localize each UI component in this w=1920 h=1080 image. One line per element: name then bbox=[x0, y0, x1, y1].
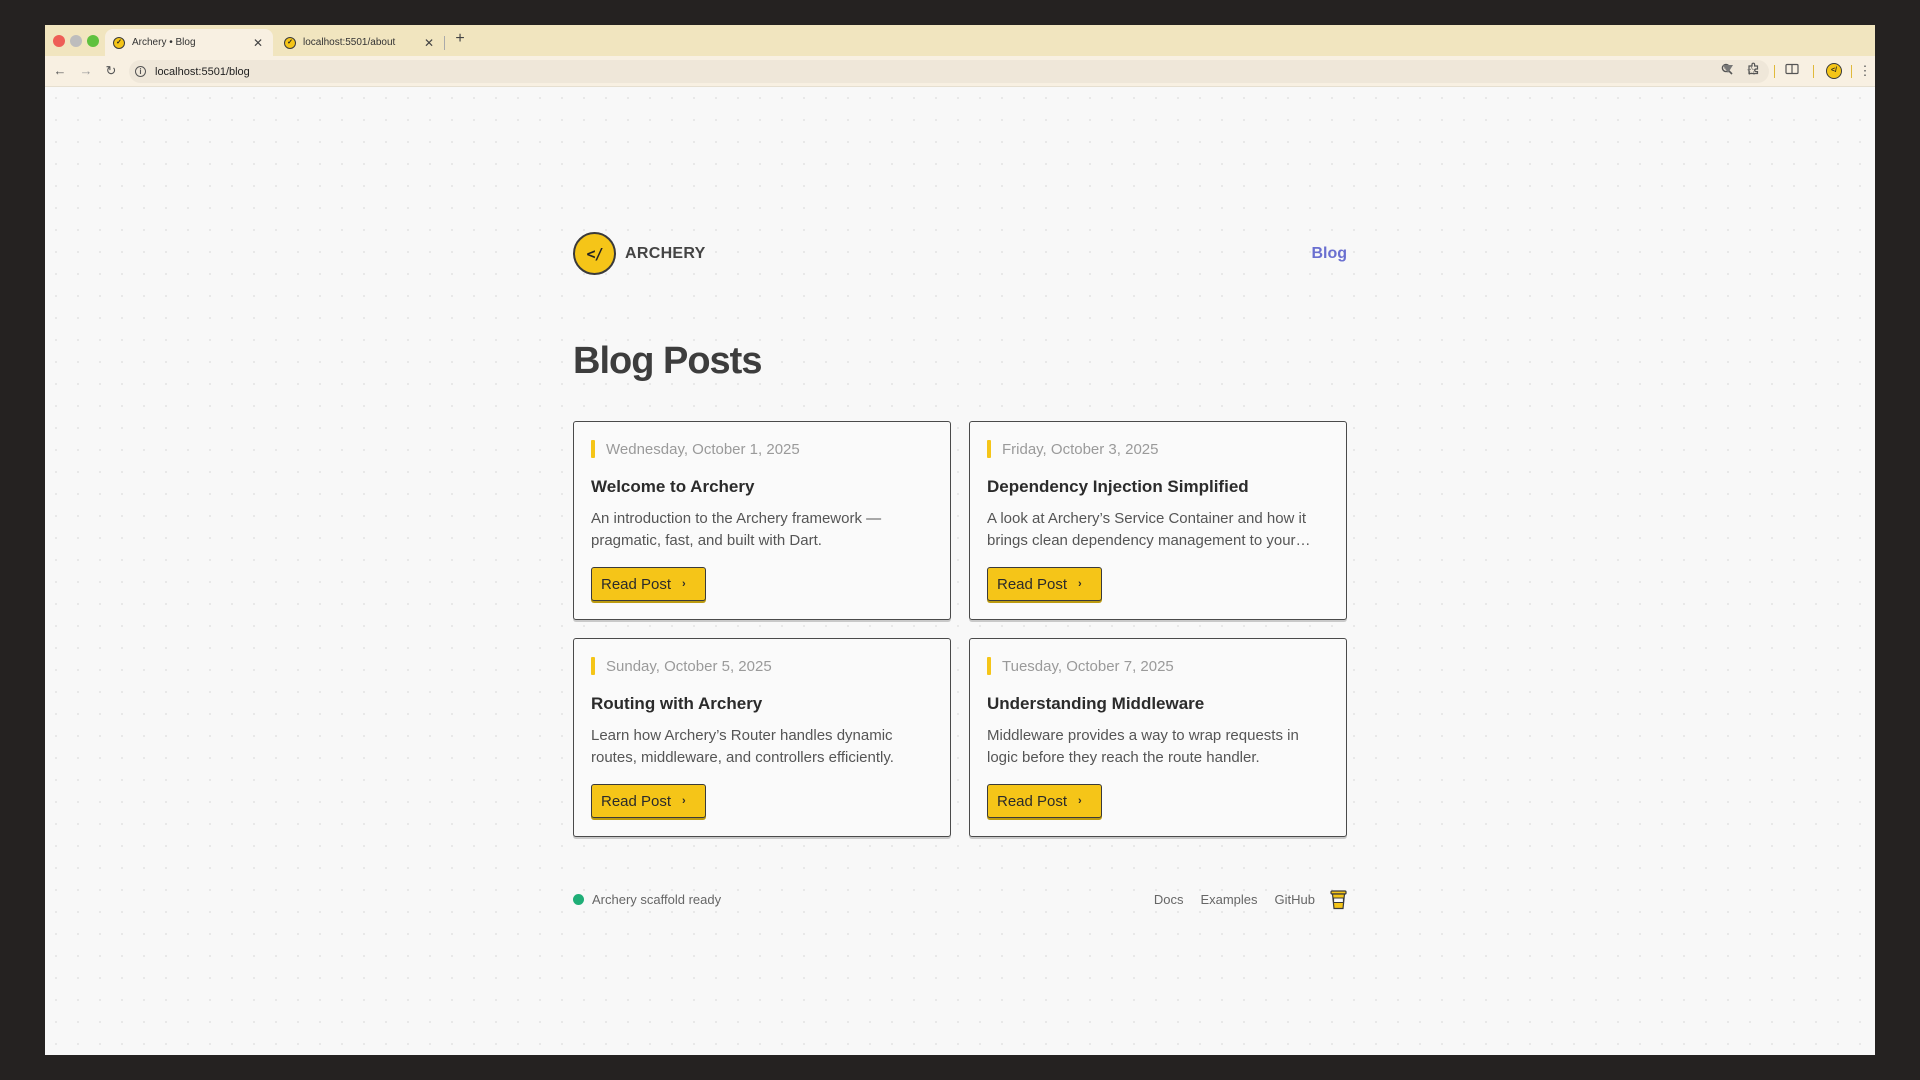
post-date-text: Wednesday, October 1, 2025 bbox=[606, 440, 800, 458]
close-icon[interactable]: ✕ bbox=[251, 36, 265, 50]
post-description: An introduction to the Archery framework… bbox=[591, 510, 882, 549]
post-date: Friday, October 3, 2025 bbox=[987, 440, 1329, 458]
read-post-label: Read Post bbox=[601, 792, 672, 810]
post-date-text: Tuesday, October 7, 2025 bbox=[1002, 657, 1174, 675]
site-info-icon[interactable]: i bbox=[135, 66, 146, 77]
date-accent-bar bbox=[591, 657, 595, 675]
date-accent-bar bbox=[987, 657, 991, 675]
chevron-right-icon: › bbox=[1078, 795, 1082, 807]
new-tab-button[interactable]: + bbox=[450, 30, 470, 48]
read-post-button[interactable]: Read Post › bbox=[987, 784, 1102, 818]
toolbar-divider bbox=[1851, 65, 1852, 78]
post-description: Learn how Archery’s Router handles dynam… bbox=[591, 727, 894, 766]
read-post-button[interactable]: Read Post › bbox=[987, 567, 1102, 601]
footer-link-github[interactable]: GitHub bbox=[1275, 892, 1315, 907]
minimize-window-button[interactable] bbox=[70, 35, 82, 47]
tab-title: Archery • Blog bbox=[132, 37, 196, 48]
toolbar-divider bbox=[1774, 65, 1775, 78]
kebab-menu-icon[interactable]: ⋮ bbox=[1856, 62, 1874, 80]
status-indicator bbox=[573, 894, 584, 905]
post-date-text: Friday, October 3, 2025 bbox=[1002, 440, 1159, 458]
read-post-label: Read Post bbox=[997, 575, 1068, 593]
read-post-button[interactable]: Read Post › bbox=[591, 567, 706, 601]
date-accent-bar bbox=[987, 440, 991, 458]
tab-title: localhost:5501/about bbox=[303, 37, 396, 48]
forward-arrow-icon[interactable]: → bbox=[77, 62, 95, 80]
footer-links: Docs Examples GitHub bbox=[1137, 889, 1347, 910]
archery-logo-icon: ✓ bbox=[284, 36, 296, 49]
post-date-text: Sunday, October 5, 2025 bbox=[606, 657, 772, 675]
post-date: Wednesday, October 1, 2025 bbox=[591, 440, 933, 458]
close-icon[interactable]: ✕ bbox=[422, 36, 436, 50]
blog-post-card: Tuesday, October 7, 2025 Understanding M… bbox=[969, 638, 1347, 837]
post-title: Dependency Injection Simplified bbox=[987, 477, 1249, 496]
tab-archery-blog[interactable]: ✓ Archery • Blog ✕ bbox=[105, 29, 273, 56]
read-post-label: Read Post bbox=[997, 792, 1068, 810]
site-header: </ ARCHERY Blog bbox=[573, 232, 1347, 276]
reading-list-icon[interactable] bbox=[1783, 62, 1801, 80]
coffee-cup-icon[interactable] bbox=[1330, 889, 1347, 910]
page-title: Blog Posts bbox=[573, 340, 762, 382]
post-date: Tuesday, October 7, 2025 bbox=[987, 657, 1329, 675]
archery-logo-icon: ✓ bbox=[113, 36, 125, 49]
post-description: A look at Archery’s Service Container an… bbox=[987, 510, 1311, 549]
blog-post-grid: Wednesday, October 1, 2025 Welcome to Ar… bbox=[573, 421, 1347, 837]
post-description: Middleware provides a way to wrap reques… bbox=[987, 727, 1299, 766]
blog-post-card: Sunday, October 5, 2025 Routing with Arc… bbox=[573, 638, 951, 837]
post-title: Understanding Middleware bbox=[987, 694, 1205, 713]
status-text: Archery scaffold ready bbox=[592, 892, 722, 907]
chevron-right-icon: › bbox=[682, 795, 686, 807]
toolbar-divider bbox=[1813, 65, 1814, 78]
extensions-puzzle-icon[interactable] bbox=[1744, 62, 1762, 80]
chevron-right-icon: › bbox=[682, 578, 686, 590]
reload-icon[interactable]: ↻ bbox=[102, 62, 120, 80]
tab-about[interactable]: ✓ localhost:5501/about ✕ bbox=[276, 29, 444, 56]
back-arrow-icon[interactable]: ← bbox=[51, 62, 69, 80]
maximize-window-button[interactable] bbox=[87, 35, 99, 47]
address-bar[interactable]: i localhost:5501/blog ☆ bbox=[129, 60, 1769, 83]
read-post-label: Read Post bbox=[601, 575, 672, 593]
page-viewport: </ ARCHERY Blog Blog Posts Wednesday, Oc… bbox=[45, 87, 1875, 1055]
profile-avatar[interactable]: </ bbox=[1826, 63, 1842, 79]
browser-toolbar: ← → ↻ i localhost:5501/blog ☆ </ ⋮ bbox=[45, 56, 1875, 87]
site-footer: Archery scaffold ready Docs Examples Git… bbox=[573, 887, 1347, 911]
post-title: Routing with Archery bbox=[591, 694, 763, 713]
post-title: Welcome to Archery bbox=[591, 477, 755, 496]
chevron-right-icon: › bbox=[1078, 578, 1082, 590]
nav-link-blog[interactable]: Blog bbox=[1311, 245, 1347, 263]
archery-logo-icon[interactable]: </ bbox=[573, 232, 616, 275]
post-date: Sunday, October 5, 2025 bbox=[591, 657, 933, 675]
url-text[interactable]: localhost:5501/blog bbox=[155, 66, 250, 78]
tab-strip: ✓ Archery • Blog ✕ ✓ localhost:5501/abou… bbox=[45, 25, 1875, 56]
read-post-button[interactable]: Read Post › bbox=[591, 784, 706, 818]
tab-divider bbox=[444, 36, 445, 50]
brand-name[interactable]: ARCHERY bbox=[625, 245, 706, 263]
footer-link-examples[interactable]: Examples bbox=[1200, 892, 1257, 907]
extension-filter-icon[interactable] bbox=[1719, 62, 1737, 80]
close-window-button[interactable] bbox=[53, 35, 65, 47]
date-accent-bar bbox=[591, 440, 595, 458]
blog-post-card: Wednesday, October 1, 2025 Welcome to Ar… bbox=[573, 421, 951, 620]
browser-window: ✓ Archery • Blog ✕ ✓ localhost:5501/abou… bbox=[45, 25, 1875, 1055]
blog-post-card: Friday, October 3, 2025 Dependency Injec… bbox=[969, 421, 1347, 620]
footer-link-docs[interactable]: Docs bbox=[1154, 892, 1184, 907]
